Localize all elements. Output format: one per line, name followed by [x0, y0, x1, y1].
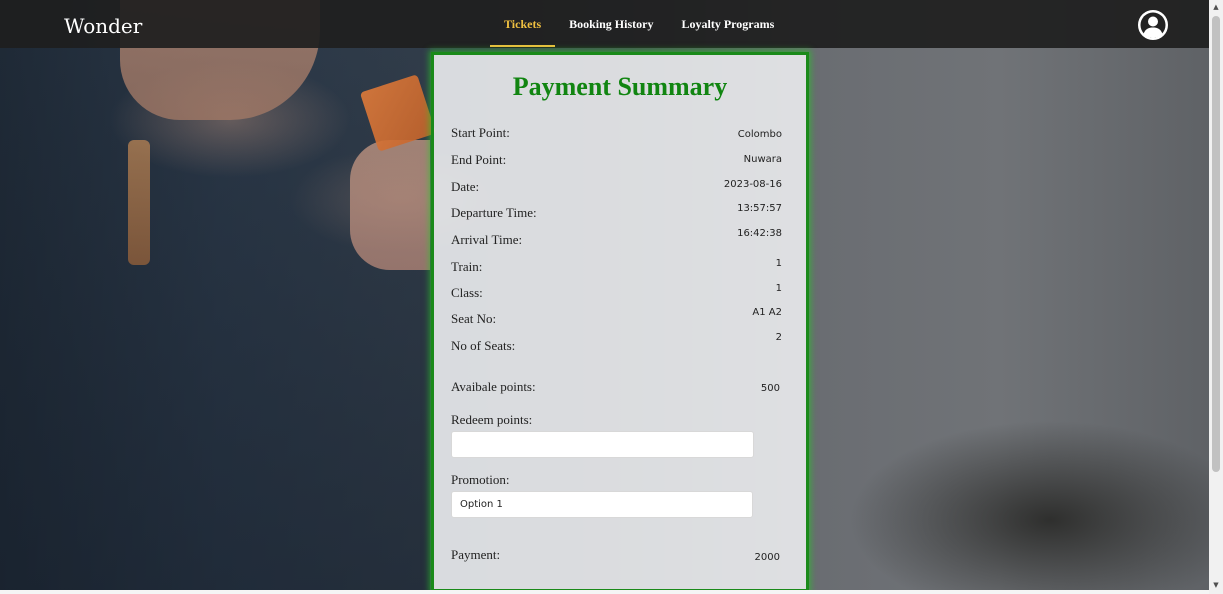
- nav-link-booking-history[interactable]: Booking History: [569, 11, 653, 38]
- value-arrival-time: 16:42:38: [737, 228, 782, 239]
- label-date: Date:: [451, 179, 480, 194]
- scroll-down-arrow-icon[interactable]: ▼: [1212, 580, 1220, 590]
- label-train: Train:: [451, 259, 483, 274]
- scroll-up-arrow-icon[interactable]: ▲: [1212, 2, 1220, 12]
- payment-summary-card: Payment Summary Start Point: Colombo End…: [431, 52, 809, 592]
- label-end-point: End Point:: [451, 152, 507, 167]
- background-zipper-pull: [128, 140, 150, 265]
- brand-logo[interactable]: Wonder: [64, 14, 142, 38]
- page-title: Payment Summary: [512, 72, 728, 101]
- promotion-select[interactable]: Option 1: [451, 491, 753, 518]
- label-arrival-time: Arrival Time:: [451, 232, 523, 247]
- value-train: 1: [775, 258, 782, 269]
- value-available-points: 500: [760, 383, 780, 394]
- nav-links: Tickets Booking History Loyalty Programs: [490, 0, 802, 48]
- label-redeem-points: Redeem points:: [451, 412, 533, 427]
- page: Wonder Tickets Booking History Loyalty P…: [0, 0, 1223, 594]
- value-departure-time: 13:57:57: [737, 203, 782, 214]
- label-class: Class:: [451, 285, 483, 300]
- nav-link-loyalty-programs[interactable]: Loyalty Programs: [681, 11, 774, 38]
- background-jacket: [0, 48, 430, 590]
- label-no-of-seats: No of Seats:: [451, 338, 516, 353]
- navbar: Wonder Tickets Booking History Loyalty P…: [0, 0, 1209, 48]
- value-date: 2023-08-16: [723, 179, 782, 190]
- scroll-thumb[interactable]: [1212, 16, 1220, 472]
- vertical-scrollbar[interactable]: ▲ ▼: [1209, 0, 1223, 594]
- label-departure-time: Departure Time:: [451, 205, 537, 220]
- value-seat-no: A1 A2: [752, 307, 782, 318]
- nav-link-tickets[interactable]: Tickets: [490, 11, 556, 47]
- background-hand-fingers: [350, 140, 430, 270]
- user-circle-icon[interactable]: [1137, 9, 1169, 41]
- value-class: 1: [775, 283, 782, 294]
- bottom-edge: [0, 590, 1209, 594]
- label-available-points: Avaibale points:: [451, 379, 536, 394]
- label-seat-no: Seat No:: [451, 311, 497, 326]
- label-promotion: Promotion:: [451, 472, 510, 487]
- value-start-point: Colombo: [737, 129, 782, 140]
- label-payment: Payment:: [451, 547, 501, 562]
- label-start-point: Start Point:: [451, 125, 510, 140]
- value-payment: 2000: [754, 552, 780, 563]
- value-no-of-seats: 2: [775, 332, 782, 343]
- value-end-point: Nuwara: [743, 154, 782, 165]
- redeem-points-input[interactable]: [451, 431, 754, 458]
